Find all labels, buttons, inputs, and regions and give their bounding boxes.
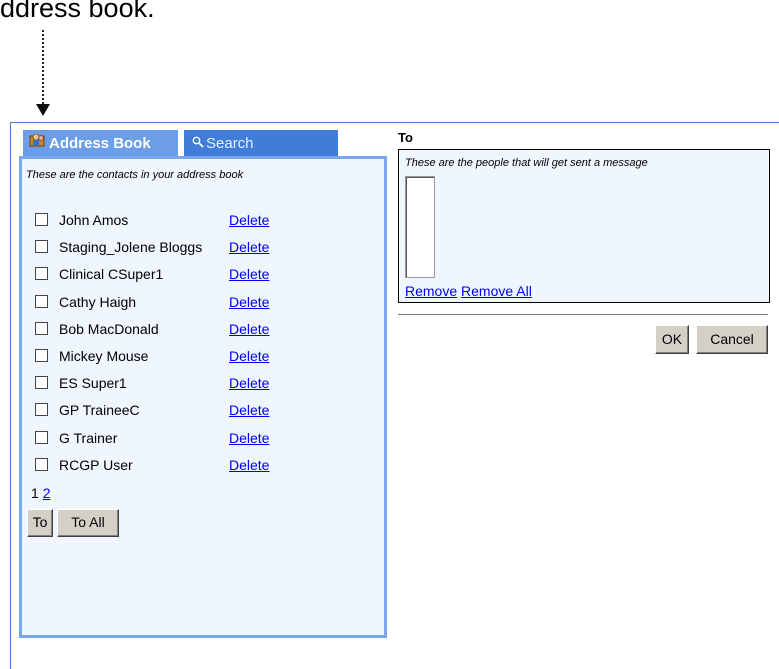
recipients-description: These are the people that will get sent …: [405, 157, 648, 169]
delete-link[interactable]: Delete: [229, 374, 269, 392]
search-icon: [192, 130, 204, 158]
to-all-button[interactable]: To All: [57, 509, 119, 537]
contact-checkbox[interactable]: [35, 376, 48, 390]
contact-name: Clinical CSuper1: [59, 266, 164, 283]
cancel-button[interactable]: Cancel: [696, 325, 768, 354]
contact-checkbox[interactable]: [35, 294, 48, 308]
page-current: 1: [31, 485, 39, 501]
contact-row: John Amos Delete: [22, 211, 384, 238]
contact-row: Cathy Haigh Delete: [22, 293, 384, 320]
recipients-panel: These are the people that will get sent …: [398, 149, 770, 303]
contact-list: John Amos Delete Staging_Jolene Bloggs D…: [22, 211, 384, 483]
contact-row: RCGP User Delete: [22, 456, 384, 483]
remove-all-link[interactable]: Remove All: [461, 283, 532, 299]
contact-name: Bob MacDonald: [59, 320, 159, 337]
contact-row: GP TraineeC Delete: [22, 401, 384, 428]
contact-checkbox[interactable]: [35, 430, 48, 444]
address-book-icon: [29, 130, 47, 158]
recipient-actions: Remove Remove All: [405, 283, 532, 299]
tab-search[interactable]: Search: [184, 130, 338, 156]
contact-name: John Amos: [59, 212, 129, 228]
delete-link[interactable]: Delete: [229, 320, 269, 338]
delete-link[interactable]: Delete: [229, 293, 269, 311]
tab-search-label: Search: [206, 135, 254, 152]
contact-checkbox[interactable]: [35, 240, 48, 254]
contact-name: ES Super1: [59, 375, 127, 392]
contact-name: Staging_Jolene Bloggs: [59, 239, 203, 256]
divider: [398, 314, 768, 315]
delete-link[interactable]: Delete: [229, 429, 269, 447]
to-button[interactable]: To: [27, 509, 53, 537]
address-book-panel: These are the contacts in your address b…: [19, 156, 387, 638]
contact-row: Staging_Jolene Bloggs Delete: [22, 238, 384, 265]
contact-row: ES Super1 Delete: [22, 374, 384, 401]
tab-address-book-label: Address Book: [49, 135, 151, 152]
contact-checkbox[interactable]: [35, 403, 48, 417]
page-link-2[interactable]: 2: [43, 485, 51, 501]
contact-name: Cathy Haigh: [59, 293, 137, 310]
contact-name: G Trainer: [59, 429, 118, 446]
frame-left-border: [10, 122, 11, 669]
contact-checkbox[interactable]: [35, 457, 48, 471]
contact-row: G Trainer Delete: [22, 429, 384, 456]
callout-arrow-line: [42, 30, 44, 108]
delete-link[interactable]: Delete: [229, 347, 269, 365]
contact-name: Mickey Mouse: [59, 347, 149, 364]
remove-link[interactable]: Remove: [405, 283, 457, 299]
contact-checkbox[interactable]: [35, 213, 48, 226]
contact-row: Mickey Mouse Delete: [22, 347, 384, 374]
callout-text: ddress book.: [0, 0, 155, 23]
address-book-description: These are the contacts in your address b…: [26, 169, 244, 181]
to-heading: To: [398, 130, 413, 145]
delete-link[interactable]: Delete: [229, 211, 269, 229]
ok-button[interactable]: OK: [655, 325, 689, 354]
contact-row: Clinical CSuper1 Delete: [22, 265, 384, 292]
contact-checkbox[interactable]: [35, 321, 48, 335]
callout-arrow-head: [36, 104, 50, 116]
delete-link[interactable]: Delete: [229, 265, 269, 283]
pagination: 1 2: [31, 485, 50, 501]
delete-link[interactable]: Delete: [229, 238, 269, 256]
frame-top-border: [10, 122, 779, 123]
tab-address-book[interactable]: Address Book: [23, 130, 178, 156]
contact-row: Bob MacDonald Delete: [22, 320, 384, 347]
recipients-listbox[interactable]: [405, 176, 435, 278]
delete-link[interactable]: Delete: [229, 456, 269, 474]
contact-name: GP TraineeC: [59, 402, 140, 419]
delete-link[interactable]: Delete: [229, 401, 269, 419]
contact-checkbox[interactable]: [35, 348, 48, 362]
contact-checkbox[interactable]: [35, 267, 48, 281]
contact-name: RCGP User: [59, 456, 133, 473]
